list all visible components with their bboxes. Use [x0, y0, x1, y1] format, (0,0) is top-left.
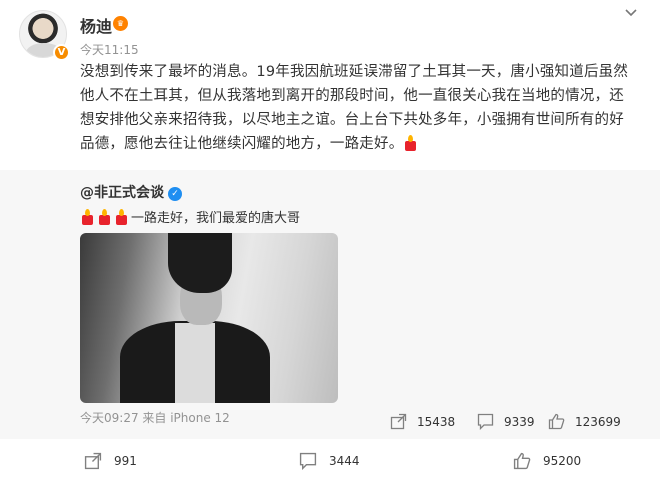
- repost-button[interactable]: 991: [84, 452, 137, 470]
- comment-icon: [477, 413, 494, 430]
- comment-icon: [299, 452, 317, 470]
- candle-icon: [80, 209, 94, 225]
- post-text: 没想到传来了最坏的消息。19年我因航班延误滞留了土耳其一天，唐小强知道后虽然他人…: [80, 60, 638, 156]
- crown-icon: ♛: [113, 16, 128, 31]
- candle-icon: [114, 209, 128, 225]
- weibo-post: V 杨迪 ♛ 今天11:15 没想到传来了最坏的消息。19年我因航班延误滞留了土…: [0, 0, 660, 483]
- repost-like-button[interactable]: 123699: [548, 413, 621, 430]
- repost-meta: 今天09:27 来自 iPhone 12: [80, 411, 230, 425]
- comment-button[interactable]: 3444: [299, 452, 360, 470]
- repost-count: 991: [114, 454, 137, 468]
- photo-hair-shape: [168, 233, 232, 293]
- repost-icon: [390, 413, 407, 430]
- repost-photo[interactable]: [80, 233, 338, 403]
- post-text-content: 没想到传来了最坏的消息。19年我因航班延误滞留了土耳其一天，唐小强知道后虽然他人…: [80, 64, 629, 152]
- repost-text: 一路走好，我们最爱的唐大哥: [80, 207, 300, 226]
- repost-card[interactable]: @非正式会谈 ✓ 一路走好，我们最爱的唐大哥 今天09:27 来自 iPhone …: [0, 170, 660, 439]
- like-button[interactable]: 95200: [513, 452, 581, 470]
- repost-repost-count: 15438: [417, 414, 456, 429]
- candle-icon: [97, 209, 111, 225]
- chevron-down-icon[interactable]: [624, 6, 638, 20]
- author-name[interactable]: 杨迪: [80, 13, 112, 37]
- like-icon: [513, 452, 531, 470]
- like-count: 95200: [543, 454, 582, 468]
- repost-comment-count: 9339: [504, 414, 535, 429]
- verified-badge-icon: V: [53, 44, 70, 61]
- comment-count: 3444: [329, 454, 360, 468]
- photo-shirt-shape: [175, 323, 215, 403]
- post-actions-bar: 991 3444 95200: [0, 452, 660, 476]
- repost-icon: [84, 452, 102, 470]
- repost-author[interactable]: @非正式会谈 ✓: [80, 182, 182, 202]
- repost-text-content: 一路走好，我们最爱的唐大哥: [131, 211, 301, 226]
- verified-badge-icon: ✓: [168, 187, 182, 201]
- repost-author-name[interactable]: @非正式会谈: [80, 185, 164, 201]
- candle-icon: [403, 135, 417, 151]
- post-time[interactable]: 今天11:15: [80, 41, 139, 58]
- repost-like-count: 123699: [575, 414, 621, 429]
- repost-comment-button[interactable]: 9339: [477, 413, 535, 430]
- repost-repost-button[interactable]: 15438: [390, 413, 455, 430]
- like-icon: [548, 413, 565, 430]
